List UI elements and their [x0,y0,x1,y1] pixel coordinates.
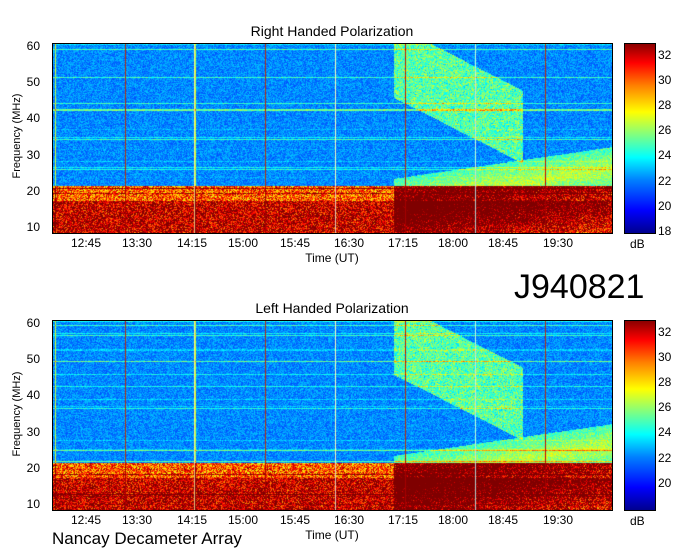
y-tick-label: 30 [26,424,40,439]
y-tick-label: 10 [26,497,40,512]
panel-title-right: Right Handed Polarization [250,23,414,39]
spectrogram-right [52,43,613,234]
x-tick-label: 18:45 [487,513,519,527]
colorbar-right [624,43,656,234]
y-tick-label: 30 [26,147,40,162]
x-tick-label: 16:30 [333,236,365,250]
x-tick-label: 15:00 [227,513,259,527]
x-tick-label: 14:15 [176,513,208,527]
spectrogram-right-canvas [53,44,612,233]
y-tick-label: 40 [26,388,40,403]
y-axis-label-right: Frequency (MHz) [11,93,23,179]
y-tick-label: 60 [26,315,40,330]
x-tick-label: 13:30 [121,236,153,250]
x-tick-label: 17:15 [387,236,419,250]
colorbar-tick-label: 20 [658,198,672,213]
colorbar-tick-label: 32 [658,47,672,62]
colorbar-tick-label: 32 [658,324,672,339]
x-tick-label: 16:30 [333,513,365,527]
y-tick-label: 20 [26,461,40,476]
spectrogram-left [52,320,613,511]
x-tick-label: 18:45 [487,236,519,250]
colorbar-tick-label: 22 [658,173,672,188]
colorbar-tick-label: 28 [658,375,672,389]
y-tick-label: 50 [26,74,40,89]
colorbar-tick-label: 22 [658,450,672,465]
colorbar-tick-label: 18 [658,224,672,238]
colorbar-tick-label: 24 [658,425,672,440]
colorbar-tick-label: 26 [658,400,672,415]
x-axis-label-right: Time (UT) [305,251,359,265]
y-axis-label-left: Frequency (MHz) [11,371,23,457]
x-tick-label: 15:45 [279,236,311,250]
x-tick-label: 19:30 [542,236,574,250]
colorbar-unit-left: dB [630,514,645,528]
colorbar-unit-right: dB [630,237,645,251]
colorbar-tick-label: 30 [658,349,672,364]
x-tick-label: 15:00 [227,236,259,250]
y-tick-label: 10 [26,220,40,235]
x-tick-label: 18:00 [437,236,469,250]
x-tick-label: 19:30 [542,513,574,527]
x-tick-label: 14:15 [176,236,208,250]
x-axis-label-left: Time (UT) [305,528,359,542]
colorbar-tick-label: 28 [658,98,672,112]
footer-label: Nancay Decameter Array [52,529,242,548]
colorbar-tick-label: 26 [658,123,672,138]
x-tick-label: 12:45 [70,236,102,250]
y-tick-label: 20 [26,184,40,199]
x-tick-label: 17:15 [387,513,419,527]
colorbar-tick-label: 20 [658,475,672,490]
colorbar-tick-label: 30 [658,72,672,87]
spectrogram-left-canvas [53,321,612,510]
x-tick-label: 13:30 [121,513,153,527]
y-tick-label: 40 [26,111,40,126]
y-tick-label: 60 [26,38,40,53]
x-tick-label: 18:00 [437,513,469,527]
panel-title-left: Left Handed Polarization [255,300,409,316]
y-tick-label: 50 [26,351,40,366]
colorbar-left [624,320,656,511]
colorbar-tick-label: 24 [658,148,672,163]
x-tick-label: 15:45 [279,513,311,527]
x-tick-label: 12:45 [70,513,102,527]
